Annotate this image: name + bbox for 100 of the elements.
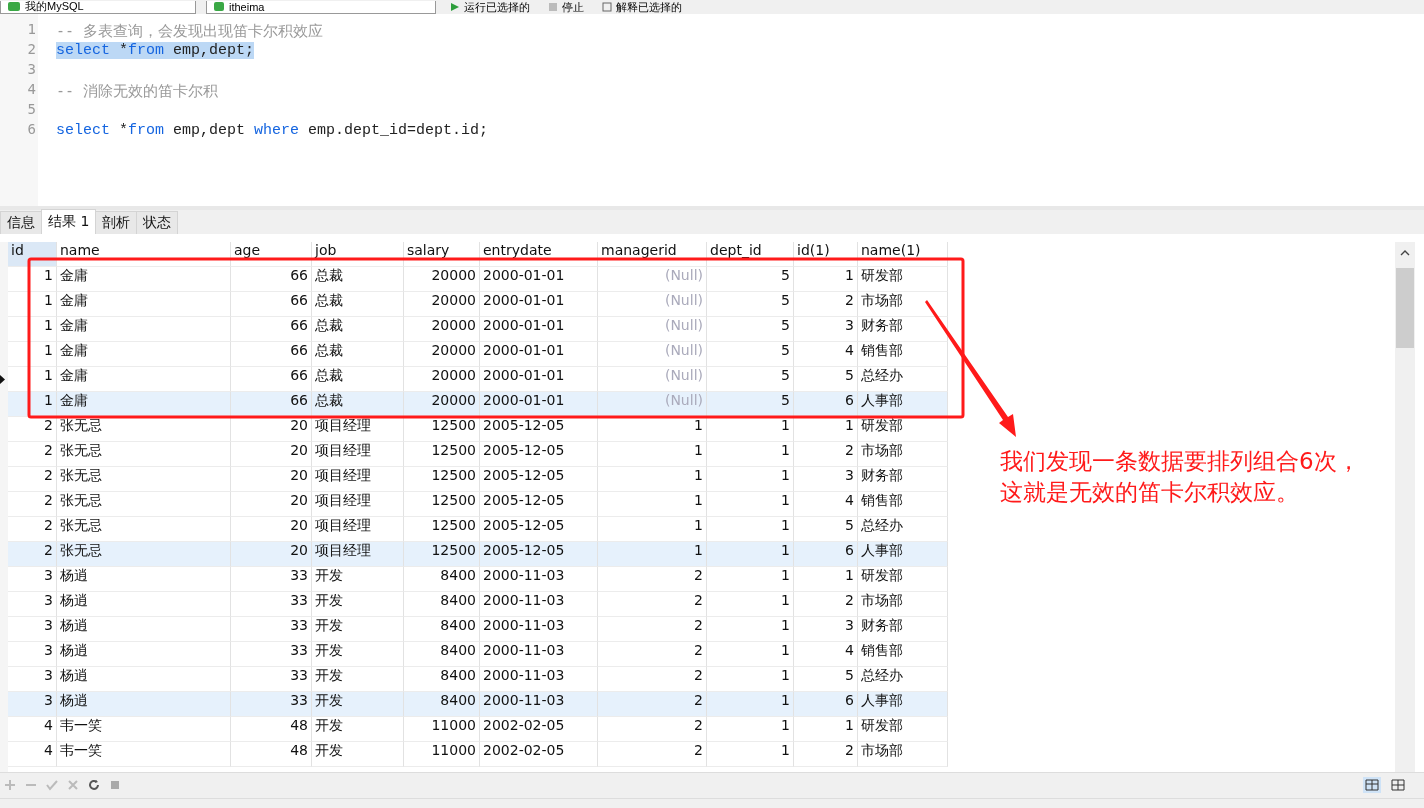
- table-cell: 2: [598, 592, 707, 617]
- table-row[interactable]: 2 张无忌 20 项目经理 12500 2005-12-05 1 1 2 市场部: [0, 442, 948, 467]
- table-cell: 总裁: [312, 267, 404, 292]
- table-cell: 市场部: [858, 442, 948, 467]
- table-cell: 3: [794, 317, 858, 342]
- table-row[interactable]: 3 杨逍 33 开发 8400 2000-11-03 2 1 4 销售部: [0, 642, 948, 667]
- table-row[interactable]: 1 金庸 66 总裁 20000 2000-01-01 (Null) 5 2 市场部: [0, 292, 948, 317]
- table-cell: 1: [598, 417, 707, 442]
- table-cell: 研发部: [858, 417, 948, 442]
- column-header[interactable]: name: [57, 242, 231, 267]
- table-cell: 4: [794, 492, 858, 517]
- add-icon[interactable]: [4, 779, 16, 792]
- table-cell: 6: [794, 692, 858, 717]
- scrollbar-thumb[interactable]: [1396, 268, 1414, 348]
- table-cell: 1: [8, 267, 57, 292]
- table-cell: 2: [598, 742, 707, 767]
- document-icon: [602, 2, 612, 12]
- vertical-scrollbar[interactable]: [1395, 242, 1415, 772]
- play-icon: [450, 2, 460, 12]
- table-cell: 66: [231, 392, 312, 417]
- table-cell: 2005-12-05: [480, 417, 598, 442]
- stop-icon[interactable]: [109, 779, 121, 792]
- table-cell: 金庸: [57, 392, 231, 417]
- form-view-icon[interactable]: [1390, 777, 1406, 794]
- table-cell: 1: [707, 492, 794, 517]
- table-cell: 金庸: [57, 292, 231, 317]
- table-row[interactable]: 2 张无忌 20 项目经理 12500 2005-12-05 1 1 6 人事部: [0, 542, 948, 567]
- table-row[interactable]: 1 金庸 66 总裁 20000 2000-01-01 (Null) 5 3 财务部: [0, 317, 948, 342]
- table-cell: 2000-01-01: [480, 342, 598, 367]
- table-row[interactable]: 2 张无忌 20 项目经理 12500 2005-12-05 1 1 1 研发部: [0, 417, 948, 442]
- line-number: 5: [26, 101, 37, 119]
- table-cell: 1: [707, 692, 794, 717]
- table-cell: 4: [794, 642, 858, 667]
- table-cell: 杨逍: [57, 692, 231, 717]
- connection-dropdown[interactable]: 我的MySQL: [0, 0, 196, 14]
- database-dropdown[interactable]: itheima: [206, 0, 436, 14]
- result-tab[interactable]: 剖析: [95, 211, 138, 234]
- table-cell: 研发部: [858, 567, 948, 592]
- table-cell: 2: [598, 617, 707, 642]
- column-header[interactable]: name(1): [858, 242, 948, 267]
- table-cell: 总裁: [312, 342, 404, 367]
- result-tab[interactable]: 信息: [0, 211, 42, 234]
- column-header[interactable]: age: [231, 242, 312, 267]
- column-header[interactable]: entrydate: [480, 242, 598, 267]
- table-cell: 33: [231, 567, 312, 592]
- grid-view-icon[interactable]: [1363, 777, 1381, 794]
- table-row[interactable]: 3 杨逍 33 开发 8400 2000-11-03 2 1 6 人事部: [0, 692, 948, 717]
- table-cell: 开发: [312, 642, 404, 667]
- table-cell: 48: [231, 742, 312, 767]
- toolbar-button[interactable]: 停止: [544, 0, 588, 15]
- table-cell: 3: [8, 642, 57, 667]
- connection-icon: [7, 1, 21, 12]
- result-tab[interactable]: 状态: [136, 211, 179, 234]
- table-cell: 杨逍: [57, 567, 231, 592]
- table-row[interactable]: 3 杨逍 33 开发 8400 2000-11-03 2 1 1 研发部: [0, 567, 948, 592]
- table-cell: 销售部: [858, 492, 948, 517]
- table-cell: 2: [794, 442, 858, 467]
- table-cell: 4: [8, 717, 57, 742]
- result-tab[interactable]: 结果 1: [41, 209, 97, 234]
- table-row[interactable]: 1 金庸 66 总裁 20000 2000-01-01 (Null) 5 4 销售部: [0, 342, 948, 367]
- toolbar-button[interactable]: 运行已选择的: [446, 0, 534, 15]
- table-row[interactable]: 2 张无忌 20 项目经理 12500 2005-12-05 1 1 3 财务部: [0, 467, 948, 492]
- row-pointer-icon: [0, 375, 5, 384]
- column-header[interactable]: dept_id: [707, 242, 794, 267]
- table-cell: 8400: [404, 592, 480, 617]
- table-cell: 市场部: [858, 592, 948, 617]
- line-number: 4: [26, 81, 37, 99]
- column-header[interactable]: id(1): [794, 242, 858, 267]
- table-cell: 2005-12-05: [480, 467, 598, 492]
- table-cell: 2: [598, 692, 707, 717]
- close-icon[interactable]: [67, 779, 79, 792]
- table-cell: 5: [707, 342, 794, 367]
- table-cell: 研发部: [858, 267, 948, 292]
- table-row[interactable]: 2 张无忌 20 项目经理 12500 2005-12-05 1 1 4 销售部: [0, 492, 948, 517]
- table-cell: 杨逍: [57, 592, 231, 617]
- table-cell: 2: [8, 442, 57, 467]
- table-cell: 2000-11-03: [480, 617, 598, 642]
- table-row[interactable]: 3 杨逍 33 开发 8400 2000-11-03 2 1 2 市场部: [0, 592, 948, 617]
- table-cell: 张无忌: [57, 442, 231, 467]
- table-cell: 5: [707, 267, 794, 292]
- table-row[interactable]: 4 韦一笑 48 开发 11000 2002-02-05 2 1 2 市场部: [0, 742, 948, 767]
- table-cell: 项目经理: [312, 442, 404, 467]
- column-header[interactable]: salary: [404, 242, 480, 267]
- table-cell: 20000: [404, 342, 480, 367]
- table-cell: 12500: [404, 467, 480, 492]
- toolbar-button[interactable]: 解释已选择的: [598, 0, 686, 15]
- table-cell: 金庸: [57, 267, 231, 292]
- refresh-icon[interactable]: [88, 779, 100, 792]
- table-cell: 3: [794, 617, 858, 642]
- table-cell: 33: [231, 617, 312, 642]
- table-row[interactable]: 3 杨逍 33 开发 8400 2000-11-03 2 1 3 财务部: [0, 617, 948, 642]
- table-cell: 1: [707, 467, 794, 492]
- table-row[interactable]: 4 韦一笑 48 开发 11000 2002-02-05 2 1 1 研发部: [0, 717, 948, 742]
- column-header[interactable]: job: [312, 242, 404, 267]
- table-cell: 1: [707, 742, 794, 767]
- check-icon[interactable]: [46, 779, 58, 792]
- table-row[interactable]: 1 金庸 66 总裁 20000 2000-01-01 (Null) 5 6 人事部: [0, 392, 948, 417]
- column-header[interactable]: managerid: [598, 242, 707, 267]
- table-row[interactable]: 1 金庸 66 总裁 20000 2000-01-01 (Null) 5 1 研发部: [0, 267, 948, 292]
- table-cell: 1: [598, 542, 707, 567]
